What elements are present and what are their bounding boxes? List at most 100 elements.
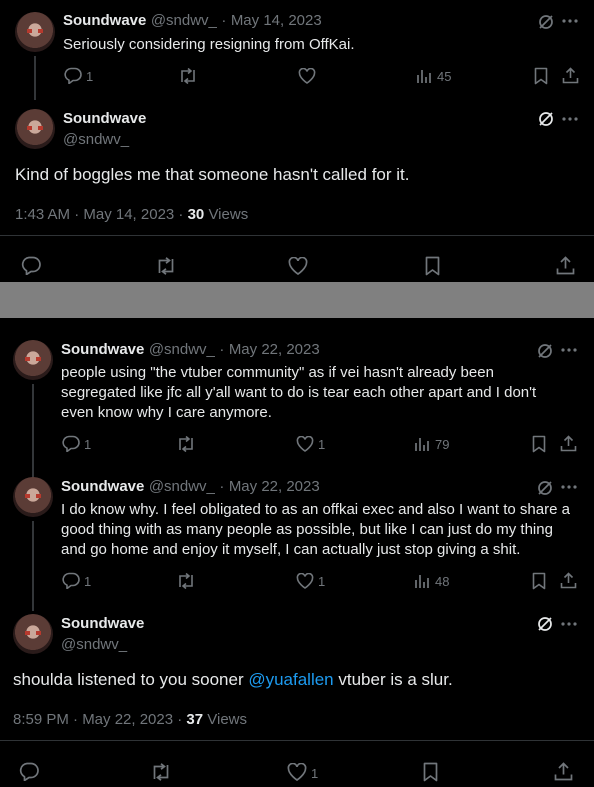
retweet-icon[interactable] (155, 257, 177, 275)
views-count: 30 (187, 206, 205, 223)
grok-icon[interactable] (536, 615, 554, 633)
view-count: 48 (435, 574, 450, 589)
tweet-main-may14: Soundwave @sndwv_ Kind of boggles me tha… (0, 100, 594, 282)
like-icon[interactable] (296, 573, 314, 589)
section-separator (0, 282, 594, 318)
author-handle[interactable]: @sndwv_ (151, 12, 217, 29)
more-icon[interactable] (561, 348, 577, 352)
retweet-icon[interactable] (150, 763, 172, 781)
like-icon[interactable] (296, 436, 314, 452)
view-count: 79 (435, 437, 450, 452)
author-name-line: Soundwave (63, 110, 146, 128)
more-icon[interactable] (561, 485, 577, 489)
views-icon[interactable] (416, 68, 432, 84)
like-count: 1 (318, 437, 326, 452)
author-handle[interactable]: @sndwv_ (61, 636, 127, 653)
views-icon[interactable] (414, 573, 430, 589)
like-icon[interactable] (287, 763, 307, 781)
view-count: 45 (437, 69, 452, 84)
tweet-text: Seriously considering resigning from Off… (63, 36, 355, 53)
reply-icon[interactable] (21, 256, 41, 275)
share-icon[interactable] (560, 435, 577, 452)
share-icon[interactable] (556, 256, 575, 275)
author-name[interactable]: Soundwave (63, 12, 146, 29)
author-name-line: Soundwave (61, 615, 144, 633)
author-name[interactable]: Soundwave (61, 341, 144, 358)
avatar[interactable] (15, 109, 55, 149)
author-name[interactable]: Soundwave (63, 110, 146, 127)
reply-icon[interactable] (64, 67, 82, 84)
author-name[interactable]: Soundwave (61, 615, 144, 632)
tweet-may22-2[interactable]: Soundwave @sndwv_ · May 22, 2023 I do kn… (0, 468, 594, 611)
mention-link[interactable]: @yuafallen (248, 670, 333, 689)
tweet-text: people using "the vtuber community" as i… (61, 364, 537, 421)
grok-icon[interactable] (536, 479, 554, 497)
author-handle[interactable]: @sndwv_ (63, 131, 129, 148)
share-icon[interactable] (560, 572, 577, 589)
tweet-date[interactable]: May 22, 2023 (229, 478, 320, 495)
timestamp-text[interactable]: 1:43 AM · May 14, 2023 · (15, 206, 188, 223)
tweet-text: shoulda listened to you sooner @yuafalle… (13, 668, 453, 692)
tweet-text: I do know why. I feel obligated to as an… (61, 501, 570, 558)
avatar[interactable] (15, 12, 55, 52)
bookmark-icon[interactable] (534, 67, 548, 85)
avatar[interactable] (13, 340, 53, 380)
like-count: 1 (318, 574, 326, 589)
share-icon[interactable] (554, 762, 573, 781)
thread-connector (34, 56, 36, 100)
tweet-text: Kind of boggles me that someone hasn't c… (15, 165, 410, 184)
thread-connector (32, 384, 34, 478)
tweet-main-may22: Soundwave @sndwv_ shoulda listened to yo… (0, 606, 594, 787)
grok-icon[interactable] (537, 110, 555, 128)
reply-count: 1 (86, 69, 94, 84)
text-before-mention: shoulda listened to you sooner (13, 670, 249, 689)
reply-icon[interactable] (62, 435, 80, 452)
bookmark-icon[interactable] (425, 256, 440, 276)
reply-icon[interactable] (62, 572, 80, 589)
timestamp-text[interactable]: 8:59 PM · May 22, 2023 · (13, 711, 186, 728)
author-handle-line: @sndwv_ (63, 131, 129, 149)
more-icon[interactable] (562, 117, 578, 121)
more-icon[interactable] (561, 622, 577, 626)
reply-count: 1 (84, 574, 92, 589)
author-handle-line: @sndwv_ (61, 636, 127, 654)
avatar[interactable] (13, 614, 53, 654)
like-count: 1 (311, 766, 319, 781)
share-icon[interactable] (562, 67, 579, 84)
thread-connector (32, 521, 34, 611)
grok-icon[interactable] (537, 13, 555, 31)
grok-icon[interactable] (536, 342, 554, 360)
tweet-header: Soundwave @sndwv_ · May 14, 2023 (63, 12, 322, 29)
retweet-icon[interactable] (176, 436, 196, 452)
tweet-timestamp: 8:59 PM · May 22, 2023 · 37 Views (13, 711, 247, 728)
tweet-date[interactable]: May 22, 2023 (229, 341, 320, 358)
avatar[interactable] (13, 477, 53, 517)
tweet-may22-1[interactable]: Soundwave @sndwv_ · May 22, 2023 people … (0, 318, 594, 478)
tweet-reply-may14[interactable]: Soundwave @sndwv_ · May 14, 2023 Serious… (0, 0, 594, 100)
tweet-header: Soundwave @sndwv_ · May 22, 2023 (61, 478, 320, 495)
bookmark-icon[interactable] (532, 435, 546, 453)
divider (0, 740, 594, 741)
views-label: Views (203, 711, 248, 728)
tweet-header: Soundwave @sndwv_ · May 22, 2023 (61, 341, 320, 358)
author-handle[interactable]: @sndwv_ (149, 341, 215, 358)
bookmark-icon[interactable] (532, 572, 546, 590)
like-icon[interactable] (298, 68, 316, 84)
divider (0, 235, 594, 236)
views-count: 37 (186, 711, 204, 728)
author-handle[interactable]: @sndwv_ (149, 478, 215, 495)
views-label: Views (204, 206, 249, 223)
views-icon[interactable] (414, 436, 430, 452)
author-name[interactable]: Soundwave (61, 478, 144, 495)
more-icon[interactable] (562, 19, 578, 23)
retweet-icon[interactable] (178, 68, 198, 84)
like-icon[interactable] (288, 257, 308, 275)
reply-icon[interactable] (19, 762, 39, 781)
retweet-icon[interactable] (176, 573, 196, 589)
tweet-timestamp: 1:43 AM · May 14, 2023 · 30 Views (15, 206, 248, 223)
text-after-mention: vtuber is a slur. (333, 670, 453, 689)
tweet-date[interactable]: May 14, 2023 (231, 12, 322, 29)
reply-count: 1 (84, 437, 92, 452)
bookmark-icon[interactable] (423, 762, 438, 782)
thread-section-1: Soundwave @sndwv_ · May 14, 2023 Serious… (0, 0, 594, 282)
